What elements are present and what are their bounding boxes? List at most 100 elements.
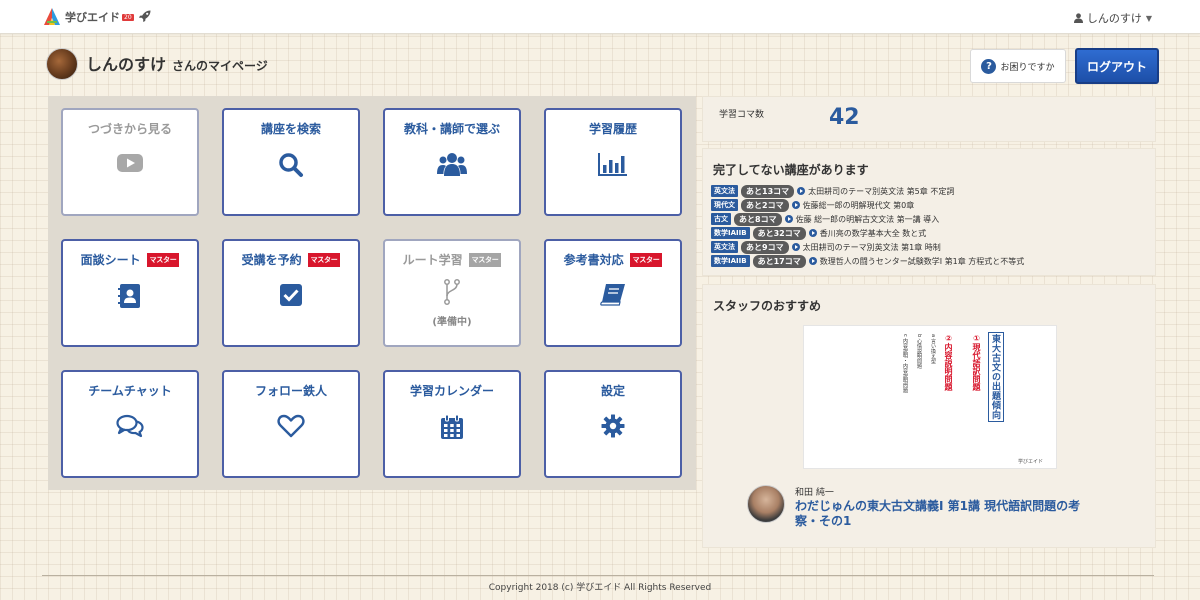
course-row[interactable]: 英文法 あと9コマ 太田耕司のテーマ別英文法 第1章 時制	[711, 240, 941, 254]
subject-tag: 数学IAIIB	[711, 255, 750, 267]
thumbnail-brand: 学びエイド	[1018, 459, 1044, 465]
course-row[interactable]: 数学IAIIB あと17コマ 数理哲人の闘うセンター試験数学Ⅰ 第1章 方程式と…	[711, 254, 1025, 268]
site-logo[interactable]: 学びエイド 20	[42, 5, 134, 29]
course-row[interactable]: 古文 あと8コマ 佐藤 総一郎の明解古文文法 第一講 導入	[711, 212, 940, 226]
course-title: 数理哲人の闘うセンター試験数学Ⅰ 第1章 方程式と不等式	[819, 256, 1025, 266]
remaining-badge: あと17コマ	[752, 254, 806, 268]
caret-down-icon: ▼	[1145, 13, 1152, 23]
remaining-badge: あと13コマ	[741, 184, 795, 198]
tile-reserve[interactable]: 受講を予約 マスター	[222, 239, 360, 347]
subject-tag: 数学IAIIB	[711, 227, 750, 239]
course-title: 佐藤総一郎の明解現代文 第0章	[802, 200, 915, 210]
remaining-badge: あと2コマ	[741, 198, 789, 212]
tile-label: 面談シート	[80, 253, 141, 267]
play-circle-icon	[784, 215, 793, 223]
course-row[interactable]: 現代文 あと2コマ 佐藤総一郎の明解現代文 第0章	[711, 198, 915, 212]
footer-copyright: Copyright 2018 (c) 学びエイド All Rights Rese…	[488, 583, 712, 593]
tile-route-learning[interactable]: ルート学習 マスター (準備中)	[383, 239, 521, 347]
tile-label: フォロー鉄人	[254, 384, 327, 398]
tile-sub-label: (準備中)	[432, 317, 472, 328]
staff-recommendation-panel: スタッフのおすすめ 東大古文の出題傾向 ①現代語訳問題 ②内容説明問題 a 言い…	[702, 284, 1156, 548]
tile-team-chat[interactable]: チームチャット	[61, 370, 199, 478]
tile-follow-experts[interactable]: フォロー鉄人	[222, 370, 360, 478]
menu-tile-grid: つづきから見る 講座を検索 教科・講師で選ぶ 学習履歴 面談シート マスター 受講…	[48, 96, 696, 490]
logo-badge: 20	[122, 13, 134, 21]
course-row[interactable]: 英文法 あと13コマ 太田耕司のテーマ別英文法 第5章 不定詞	[711, 184, 955, 198]
footer-divider	[42, 575, 1154, 576]
tile-label: 講座を検索	[260, 122, 321, 136]
question-circle-icon: ?	[981, 58, 997, 74]
bar-chart-icon	[598, 152, 628, 180]
play-circle-icon	[791, 243, 800, 251]
user-menu-name: しんのすけ	[1086, 12, 1142, 25]
tile-label-row: ルート学習 マスター	[385, 251, 519, 268]
thumbnail-item-5: c 内容説明・内容説明問題	[902, 334, 908, 394]
subject-tag: 現代文	[711, 199, 738, 211]
branch-icon	[444, 279, 460, 309]
master-badge: マスター	[468, 253, 502, 267]
tile-continue[interactable]: つづきから見る	[61, 108, 199, 216]
heart-icon	[277, 414, 305, 442]
help-button-label: お困りですか	[1000, 62, 1055, 73]
logo-text: 学びエイド	[65, 11, 120, 24]
tile-label: ルート学習	[402, 253, 463, 267]
users-icon	[437, 152, 467, 180]
rocket-icon[interactable]	[138, 8, 152, 27]
top-navbar: 学びエイド 20 しんのすけ ▼	[0, 0, 1200, 34]
tile-reference-book[interactable]: 参考書対応 マスター	[544, 239, 682, 347]
search-icon	[278, 152, 304, 182]
play-circle-icon	[791, 201, 800, 209]
tile-study-calendar[interactable]: 学習カレンダー	[383, 370, 521, 478]
incomplete-courses-panel: 完了してない講座があります 英文法 あと13コマ 太田耕司のテーマ別英文法 第5…	[702, 148, 1156, 276]
lecture-thumbnail[interactable]: 東大古文の出題傾向 ①現代語訳問題 ②内容説明問題 a 言い換え型 b 心情説明…	[803, 325, 1057, 469]
play-circle-icon	[808, 229, 817, 237]
master-badge: マスター	[629, 253, 663, 267]
remaining-badge: あと8コマ	[734, 212, 782, 226]
course-title: 太田耕司のテーマ別英文法 第5章 不定詞	[808, 186, 955, 196]
tile-subject-teacher[interactable]: 教科・講師で選ぶ	[383, 108, 521, 216]
course-row[interactable]: 数学IAIIB あと32コマ 香川亮の数学基本大全 数と式	[711, 226, 927, 240]
course-title: 佐藤 総一郎の明解古文文法 第一講 導入	[795, 214, 940, 224]
user-avatar	[46, 48, 78, 80]
user-menu-dropdown[interactable]: しんのすけ ▼	[1073, 10, 1152, 26]
subject-tag: 英文法	[711, 241, 738, 253]
logo-mark-icon	[42, 7, 62, 27]
check-square-icon	[279, 283, 303, 311]
study-count-panel: 学習コマ数 42	[702, 96, 1156, 142]
tile-label-row: 参考書対応 マスター	[546, 251, 680, 268]
tile-interview-sheet[interactable]: 面談シート マスター	[61, 239, 199, 347]
tile-label: 参考書対応	[563, 253, 624, 267]
remaining-badge: あと32コマ	[752, 226, 806, 240]
tile-settings[interactable]: 設定	[544, 370, 682, 478]
tile-label: 教科・講師で選ぶ	[403, 122, 500, 136]
remaining-badge: あと9コマ	[741, 240, 789, 254]
thumbnail-item-2: ②内容説明問題	[944, 334, 953, 391]
teacher-name: 和田 純一	[795, 488, 834, 498]
master-badge: マスター	[307, 253, 341, 267]
staff-recommendation-title: スタッフのおすすめ	[713, 299, 822, 313]
tile-label: つづきから見る	[87, 122, 172, 136]
teacher-avatar	[747, 485, 785, 523]
tile-label: 学習履歴	[588, 122, 637, 136]
tile-label-row: 受講を予約 マスター	[224, 251, 358, 268]
help-button[interactable]: ? お困りですか	[970, 49, 1066, 83]
contact-book-icon	[118, 283, 142, 313]
tile-study-history[interactable]: 学習履歴	[544, 108, 682, 216]
subject-tag: 英文法	[711, 185, 738, 197]
tile-search-courses[interactable]: 講座を検索	[222, 108, 360, 216]
play-circle-icon	[808, 257, 817, 265]
course-title: 香川亮の数学基本大全 数と式	[819, 228, 927, 238]
tile-label: チームチャット	[88, 384, 172, 398]
logout-button[interactable]: ログアウト	[1075, 48, 1159, 84]
thumbnail-item-1: ①現代語訳問題	[972, 334, 981, 391]
recommended-lecture-link[interactable]: わだじゅんの東大古文講義Ⅰ 第1講 現代語訳問題の考察・その1	[795, 499, 1095, 529]
user-icon	[1073, 13, 1083, 23]
page-title: しんのすけ さんのマイページ	[86, 51, 268, 75]
book-icon	[600, 283, 626, 311]
master-badge: マスター	[146, 253, 180, 267]
study-count-label: 学習コマ数	[719, 110, 765, 120]
thumbnail-vertical-title: 東大古文の出題傾向	[988, 332, 1004, 422]
thumbnail-item-4: b 心情説明問題	[916, 334, 922, 369]
study-count-value: 42	[829, 105, 860, 130]
tile-label: 学習カレンダー	[409, 384, 494, 398]
